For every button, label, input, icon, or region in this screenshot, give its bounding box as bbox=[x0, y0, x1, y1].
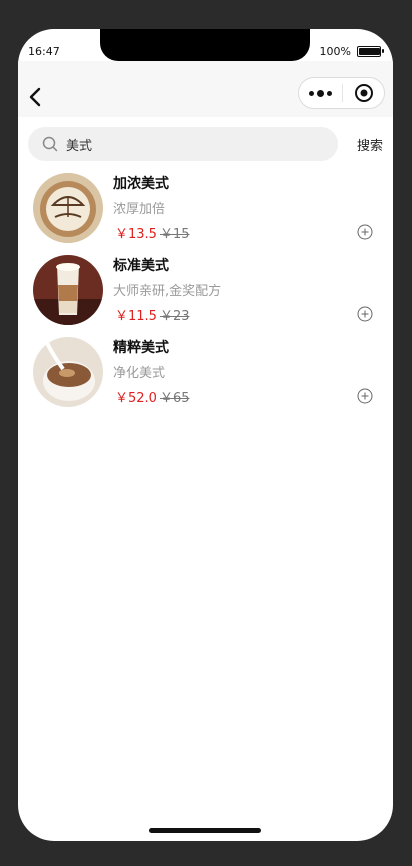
list-item[interactable]: 标准美式 大师亲研,金奖配方 ￥11.5 ￥23 bbox=[18, 253, 393, 335]
product-name: 标准美式 bbox=[113, 258, 169, 274]
more-dots-icon[interactable] bbox=[299, 89, 342, 97]
product-image-latte-art bbox=[33, 173, 103, 243]
product-prices: ￥52.0 ￥65 bbox=[115, 387, 190, 406]
target-circle-icon bbox=[354, 84, 373, 102]
back-button[interactable] bbox=[24, 85, 48, 109]
product-description: 净化美式 bbox=[113, 366, 166, 381]
add-to-cart-button[interactable] bbox=[357, 224, 373, 240]
menu-capsule bbox=[298, 77, 385, 109]
product-list: 加浓美式 浓厚加倍 ￥13.5 ￥15 标准美式 大师亲研,金奖配方 ￥11.5… bbox=[18, 171, 393, 417]
battery-percent: 100% bbox=[319, 45, 351, 58]
product-description: 浓厚加倍 bbox=[113, 202, 166, 217]
close-miniprogram-button[interactable] bbox=[343, 83, 384, 103]
current-price: ￥11.5 bbox=[115, 309, 157, 324]
list-item[interactable]: 精粹美式 净化美式 ￥52.0 ￥65 bbox=[18, 335, 393, 417]
status-bar: 16:47 100% bbox=[28, 43, 384, 61]
status-time: 16:47 bbox=[28, 45, 60, 58]
search-box bbox=[28, 127, 338, 161]
search-button[interactable]: 搜索 bbox=[357, 135, 383, 154]
product-image-pour-coffee bbox=[33, 337, 103, 407]
add-to-cart-button[interactable] bbox=[357, 306, 373, 322]
add-to-cart-button[interactable] bbox=[357, 388, 373, 404]
product-description: 大师亲研,金奖配方 bbox=[113, 284, 222, 299]
original-price: ￥23 bbox=[159, 309, 190, 324]
battery-indicator: 100% bbox=[319, 45, 384, 58]
phone-screen: 16:47 100% 搜索 bbox=[18, 29, 393, 841]
list-item[interactable]: 加浓美式 浓厚加倍 ￥13.5 ￥15 bbox=[18, 171, 393, 253]
product-name: 精粹美式 bbox=[113, 340, 169, 356]
plus-circle-icon bbox=[357, 224, 373, 240]
product-prices: ￥11.5 ￥23 bbox=[115, 305, 190, 324]
search-icon bbox=[42, 136, 58, 152]
search-row: 搜索 bbox=[28, 127, 383, 161]
plus-circle-icon bbox=[357, 306, 373, 322]
current-price: ￥52.0 bbox=[115, 391, 157, 406]
current-price: ￥13.5 bbox=[115, 227, 157, 242]
chevron-left-icon bbox=[29, 87, 41, 107]
search-input[interactable] bbox=[66, 136, 306, 152]
product-name: 加浓美式 bbox=[113, 176, 169, 192]
battery-icon bbox=[357, 46, 384, 57]
plus-circle-icon bbox=[357, 388, 373, 404]
original-price: ￥15 bbox=[159, 227, 190, 242]
product-prices: ￥13.5 ￥15 bbox=[115, 223, 190, 242]
product-image-layered-coffee bbox=[33, 255, 103, 325]
original-price: ￥65 bbox=[159, 391, 190, 406]
home-indicator[interactable] bbox=[149, 828, 261, 833]
